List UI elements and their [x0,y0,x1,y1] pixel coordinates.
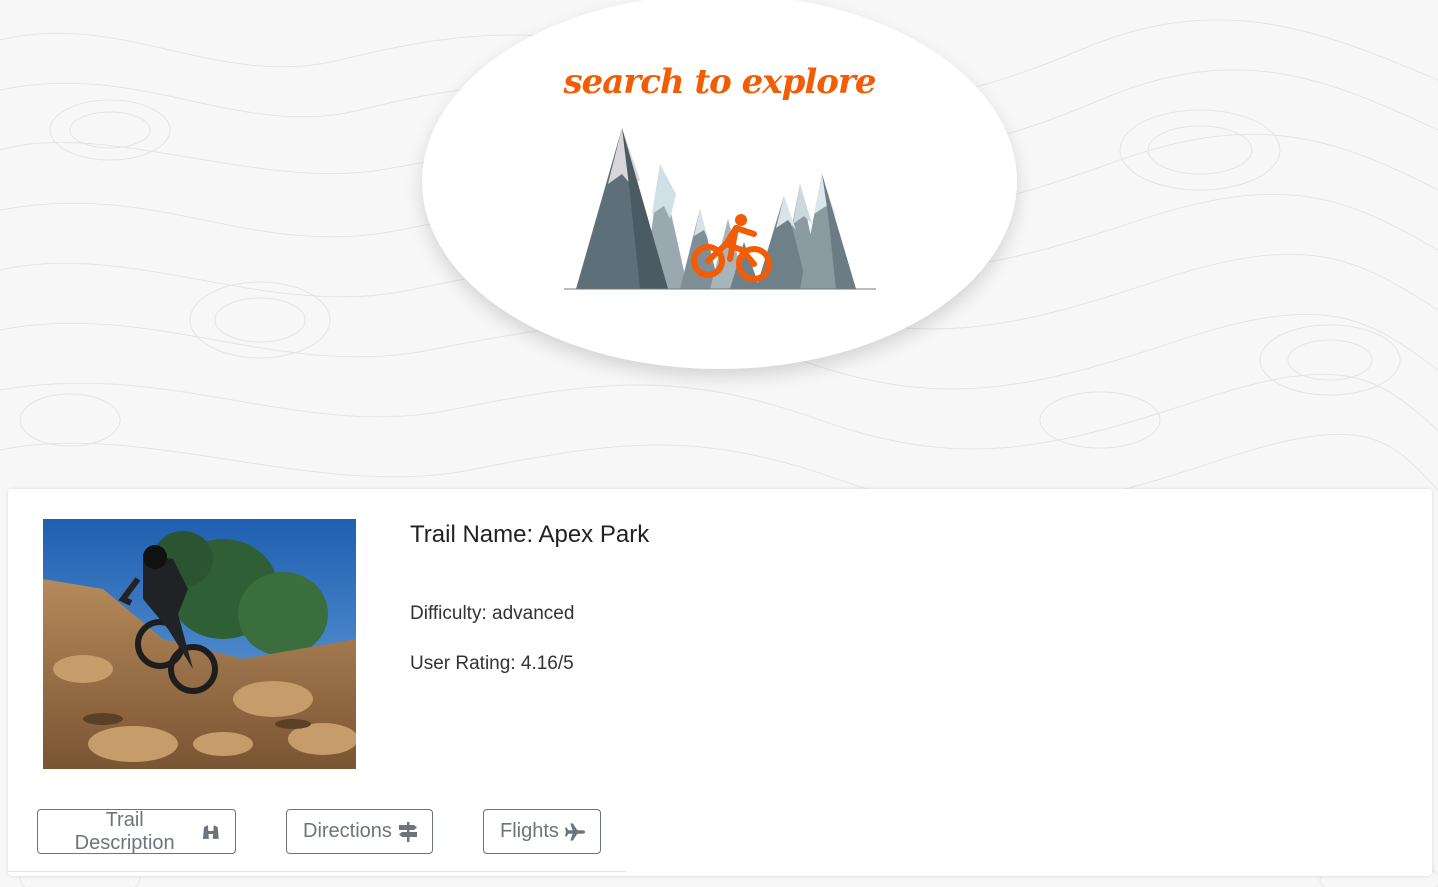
directions-button[interactable]: Directions [286,809,433,854]
hero-title: search to explore [563,62,876,102]
signpost-icon [398,821,417,842]
card-divider [8,871,626,872]
trail-user-rating: User Rating: 4.16/5 [410,653,574,674]
mountain-bike-logo [564,128,876,290]
flights-label: Flights [500,820,559,842]
trail-description-label: Trail Description [74,808,175,854]
flights-button[interactable]: Flights [483,809,601,854]
trail-card: Trail Name: Apex Park Difficulty: advanc… [8,489,1432,876]
plane-icon [564,822,586,841]
binoculars-icon [203,824,220,839]
trail-description-button[interactable]: Trail Description [37,809,236,854]
trail-difficulty: Difficulty: advanced [410,603,575,624]
directions-label: Directions [303,820,392,842]
trail-name: Trail Name: Apex Park [410,521,650,548]
trail-photo [43,519,356,769]
